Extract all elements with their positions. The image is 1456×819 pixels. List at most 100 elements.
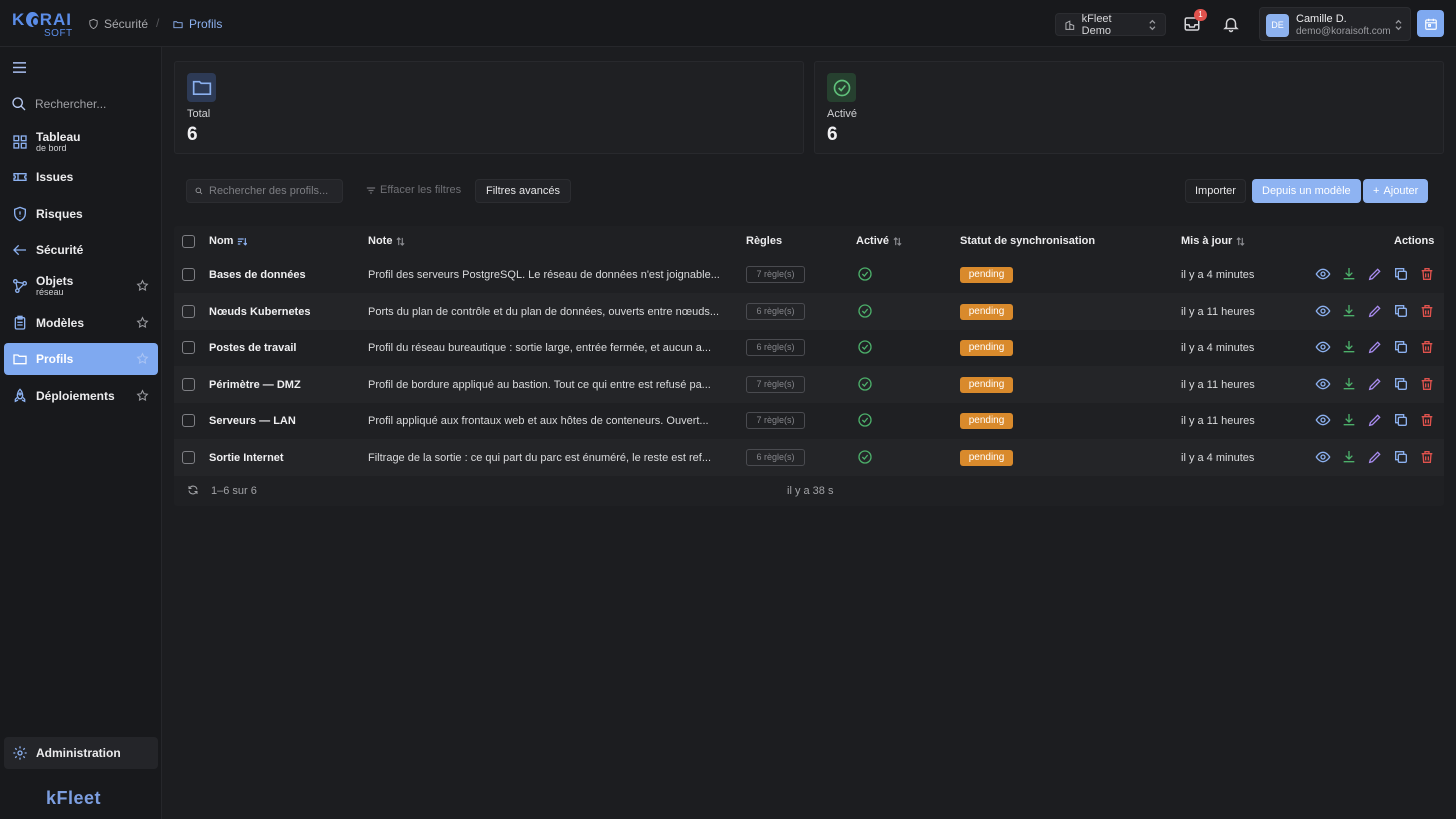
sidebar-item-label: Administration	[36, 746, 121, 760]
import-button[interactable]: Importer	[1185, 179, 1246, 203]
eye-icon[interactable]	[1315, 376, 1331, 392]
trash-icon[interactable]	[1419, 376, 1435, 392]
trash-icon[interactable]	[1419, 303, 1435, 319]
eye-icon[interactable]	[1315, 449, 1331, 465]
sidebar-item-deploiements[interactable]: Déploiements	[4, 380, 158, 412]
edit-icon[interactable]	[1367, 339, 1383, 355]
pagination-range: 1–6 sur 6	[211, 485, 257, 497]
duplicate-icon[interactable]	[1393, 412, 1409, 428]
row-checkbox[interactable]	[182, 378, 195, 391]
star-icon[interactable]	[136, 389, 149, 402]
row-name[interactable]: Bases de données	[209, 256, 359, 293]
trash-icon[interactable]	[1419, 449, 1435, 465]
check-circle-icon	[858, 304, 872, 318]
row-note: Profil appliqué aux frontaux web et aux …	[368, 414, 709, 427]
download-icon[interactable]	[1341, 376, 1357, 392]
row-actions	[1315, 266, 1435, 282]
edit-icon[interactable]	[1367, 449, 1383, 465]
profile-search-input[interactable]	[209, 185, 334, 197]
column-header-nom[interactable]: Nom	[209, 226, 248, 256]
refresh-icon[interactable]	[187, 484, 199, 496]
bell-icon[interactable]	[1222, 15, 1240, 33]
edit-icon[interactable]	[1367, 303, 1383, 319]
eye-icon[interactable]	[1315, 303, 1331, 319]
duplicate-icon[interactable]	[1393, 339, 1409, 355]
sidebar-item-securite[interactable]: Sécurité	[4, 234, 158, 266]
clear-filters-label: Effacer les filtres	[380, 184, 462, 196]
eye-icon[interactable]	[1315, 266, 1331, 282]
sidebar-item-objets-reseau[interactable]: Objets réseau	[4, 270, 158, 302]
star-icon[interactable]	[136, 316, 149, 329]
stat-value: 6	[827, 124, 838, 145]
table-row[interactable]: Nœuds Kubernetes Ports du plan de contrô…	[174, 293, 1444, 330]
duplicate-icon[interactable]	[1393, 449, 1409, 465]
advanced-filters-button[interactable]: Filtres avancés	[475, 179, 571, 203]
table-row[interactable]: Bases de données Profil des serveurs Pos…	[174, 256, 1444, 293]
row-name[interactable]: Postes de travail	[209, 329, 359, 366]
download-icon[interactable]	[1341, 266, 1357, 282]
clear-filters-button[interactable]: Effacer les filtres	[366, 184, 461, 196]
trash-icon[interactable]	[1419, 339, 1435, 355]
column-header-label: Mis à jour	[1181, 235, 1233, 247]
download-icon[interactable]	[1341, 449, 1357, 465]
edit-icon[interactable]	[1367, 376, 1383, 392]
duplicate-icon[interactable]	[1393, 376, 1409, 392]
sidebar-item-issues[interactable]: Issues	[4, 161, 158, 193]
filter-clear-icon	[366, 186, 376, 194]
row-checkbox[interactable]	[182, 414, 195, 427]
sidebar-item-modeles[interactable]: Modèles	[4, 307, 158, 339]
row-checkbox[interactable]	[182, 305, 195, 318]
download-icon[interactable]	[1341, 303, 1357, 319]
trash-icon[interactable]	[1419, 266, 1435, 282]
table-row[interactable]: Serveurs — LAN Profil appliqué aux front…	[174, 402, 1444, 439]
calendar-button[interactable]	[1417, 10, 1444, 37]
breadcrumb-profils[interactable]: Profils	[172, 17, 222, 31]
ticket-icon	[13, 173, 27, 181]
eye-icon[interactable]	[1315, 412, 1331, 428]
sidebar-item-dashboard[interactable]: Tableau de bord	[4, 126, 158, 158]
duplicate-icon[interactable]	[1393, 303, 1409, 319]
download-icon[interactable]	[1341, 339, 1357, 355]
menu-toggle-icon[interactable]	[12, 61, 27, 74]
add-button[interactable]: + Ajouter	[1363, 179, 1429, 203]
column-header-active[interactable]: Activé	[856, 226, 902, 256]
table-row[interactable]: Sortie Internet Filtrage de la sortie : …	[174, 439, 1444, 476]
row-checkbox[interactable]	[182, 268, 195, 281]
row-checkbox[interactable]	[182, 451, 195, 464]
sidebar-search[interactable]: Rechercher...	[11, 96, 106, 112]
korai-logo[interactable]: K RAI SOFT	[12, 11, 72, 39]
sidebar-item-profils[interactable]: Profils	[4, 343, 158, 375]
sidebar-item-label: Sécurité	[36, 243, 84, 257]
profile-search[interactable]	[186, 179, 343, 203]
eye-icon[interactable]	[1315, 339, 1331, 355]
row-updated: il y a 4 minutes	[1181, 341, 1255, 354]
row-checkbox[interactable]	[182, 341, 195, 354]
edit-icon[interactable]	[1367, 412, 1383, 428]
table-row[interactable]: Postes de travail Profil du réseau burea…	[174, 329, 1444, 366]
row-name[interactable]: Sortie Internet	[209, 439, 359, 476]
duplicate-icon[interactable]	[1393, 266, 1409, 282]
sidebar-item-administration[interactable]: Administration	[4, 737, 158, 769]
breadcrumb-securite[interactable]: Sécurité	[88, 17, 148, 31]
stat-card-active: Activé 6	[814, 61, 1444, 154]
row-name[interactable]: Nœuds Kubernetes	[209, 293, 359, 330]
user-menu[interactable]: DE Camille D. demo@koraisoft.com	[1259, 7, 1411, 41]
row-name[interactable]: Serveurs — LAN	[209, 402, 359, 439]
star-icon[interactable]	[136, 352, 149, 365]
tenant-selector[interactable]: kFleet Demo	[1055, 13, 1166, 37]
chevron-updown-icon	[1149, 19, 1156, 30]
sidebar-item-risques[interactable]: Risques	[4, 198, 158, 230]
select-all-checkbox[interactable]	[182, 235, 195, 248]
column-header-note[interactable]: Note	[368, 226, 405, 256]
trash-icon[interactable]	[1419, 412, 1435, 428]
star-icon[interactable]	[136, 279, 149, 292]
download-icon[interactable]	[1341, 412, 1357, 428]
row-name[interactable]: Périmètre — DMZ	[209, 366, 359, 403]
table-footer: 1–6 sur 6 il y a 38 s	[174, 476, 1444, 506]
sidebar-item-sublabel: de bord	[36, 143, 67, 153]
table-row[interactable]: Périmètre — DMZ Profil de bordure appliq…	[174, 366, 1444, 403]
from-template-button[interactable]: Depuis un modèle	[1252, 179, 1361, 203]
edit-icon[interactable]	[1367, 266, 1383, 282]
row-actions	[1315, 449, 1435, 465]
column-header-updated[interactable]: Mis à jour	[1181, 226, 1245, 256]
